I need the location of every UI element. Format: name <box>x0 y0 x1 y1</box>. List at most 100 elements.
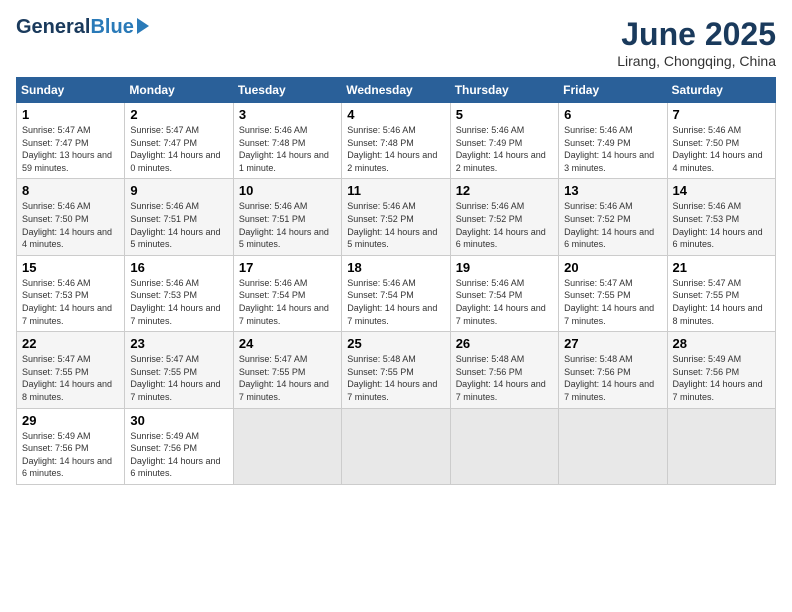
cell-info: Sunrise: 5:46 AMSunset: 7:51 PMDaylight:… <box>130 200 227 250</box>
day-number: 11 <box>347 183 444 198</box>
calendar-cell: 3 Sunrise: 5:46 AMSunset: 7:48 PMDaylight… <box>233 103 341 179</box>
col-header-wednesday: Wednesday <box>342 78 450 103</box>
day-number: 8 <box>22 183 119 198</box>
day-number: 19 <box>456 260 553 275</box>
col-header-tuesday: Tuesday <box>233 78 341 103</box>
calendar-cell: 25 Sunrise: 5:48 AMSunset: 7:55 PMDayligh… <box>342 332 450 408</box>
calendar-cell: 10 Sunrise: 5:46 AMSunset: 7:51 PMDayligh… <box>233 179 341 255</box>
cell-info: Sunrise: 5:49 AMSunset: 7:56 PMDaylight:… <box>22 430 119 480</box>
calendar-week-3: 15 Sunrise: 5:46 AMSunset: 7:53 PMDayligh… <box>17 255 776 331</box>
day-number: 25 <box>347 336 444 351</box>
title-area: June 2025 Lirang, Chongqing, China <box>617 16 776 69</box>
cell-info: Sunrise: 5:46 AMSunset: 7:50 PMDaylight:… <box>673 124 770 174</box>
cell-info: Sunrise: 5:47 AMSunset: 7:55 PMDaylight:… <box>130 353 227 403</box>
calendar-cell: 30 Sunrise: 5:49 AMSunset: 7:56 PMDayligh… <box>125 408 233 484</box>
cell-info: Sunrise: 5:47 AMSunset: 7:55 PMDaylight:… <box>564 277 661 327</box>
calendar-cell: 29 Sunrise: 5:49 AMSunset: 7:56 PMDayligh… <box>17 408 125 484</box>
cell-info: Sunrise: 5:47 AMSunset: 7:47 PMDaylight:… <box>130 124 227 174</box>
day-number: 9 <box>130 183 227 198</box>
day-number: 16 <box>130 260 227 275</box>
cell-info: Sunrise: 5:47 AMSunset: 7:55 PMDaylight:… <box>673 277 770 327</box>
calendar-cell: 21 Sunrise: 5:47 AMSunset: 7:55 PMDayligh… <box>667 255 775 331</box>
logo-general-text: General <box>16 16 90 39</box>
calendar-cell: 2 Sunrise: 5:47 AMSunset: 7:47 PMDaylight… <box>125 103 233 179</box>
day-number: 15 <box>22 260 119 275</box>
calendar-cell: 14 Sunrise: 5:46 AMSunset: 7:53 PMDayligh… <box>667 179 775 255</box>
calendar-cell: 28Sunrise: 5:49 AMSunset: 7:56 PMDayligh… <box>667 332 775 408</box>
calendar-cell <box>233 408 341 484</box>
cell-info: Sunrise: 5:46 AMSunset: 7:48 PMDaylight:… <box>239 124 336 174</box>
calendar-cell <box>559 408 667 484</box>
day-number: 10 <box>239 183 336 198</box>
calendar-cell <box>450 408 558 484</box>
calendar-cell: 11 Sunrise: 5:46 AMSunset: 7:52 PMDayligh… <box>342 179 450 255</box>
day-number: 18 <box>347 260 444 275</box>
calendar-cell: 18 Sunrise: 5:46 AMSunset: 7:54 PMDayligh… <box>342 255 450 331</box>
calendar-body: 1 Sunrise: 5:47 AMSunset: 7:47 PMDaylight… <box>17 103 776 485</box>
calendar-week-2: 8 Sunrise: 5:46 AMSunset: 7:50 PMDaylight… <box>17 179 776 255</box>
day-number: 22 <box>22 336 119 351</box>
day-number: 30 <box>130 413 227 428</box>
day-number: 21 <box>673 260 770 275</box>
calendar-cell: 23 Sunrise: 5:47 AMSunset: 7:55 PMDayligh… <box>125 332 233 408</box>
cell-info: Sunrise: 5:46 AMSunset: 7:48 PMDaylight:… <box>347 124 444 174</box>
calendar-cell: 17 Sunrise: 5:46 AMSunset: 7:54 PMDayligh… <box>233 255 341 331</box>
calendar-cell: 20Sunrise: 5:47 AMSunset: 7:55 PMDayligh… <box>559 255 667 331</box>
col-header-thursday: Thursday <box>450 78 558 103</box>
col-header-monday: Monday <box>125 78 233 103</box>
calendar-cell: 7 Sunrise: 5:46 AMSunset: 7:50 PMDaylight… <box>667 103 775 179</box>
cell-info: Sunrise: 5:46 AMSunset: 7:53 PMDaylight:… <box>673 200 770 250</box>
day-number: 17 <box>239 260 336 275</box>
day-number: 29 <box>22 413 119 428</box>
cell-info: Sunrise: 5:46 AMSunset: 7:52 PMDaylight:… <box>564 200 661 250</box>
day-number: 13 <box>564 183 661 198</box>
calendar-cell: 24Sunrise: 5:47 AMSunset: 7:55 PMDayligh… <box>233 332 341 408</box>
calendar-cell: 22 Sunrise: 5:47 AMSunset: 7:55 PMDayligh… <box>17 332 125 408</box>
day-number: 2 <box>130 107 227 122</box>
cell-info: Sunrise: 5:46 AMSunset: 7:54 PMDaylight:… <box>456 277 553 327</box>
logo-blue-text: Blue <box>90 16 133 39</box>
header: General Blue June 2025 Lirang, Chongqing… <box>16 16 776 69</box>
day-number: 14 <box>673 183 770 198</box>
cell-info: Sunrise: 5:46 AMSunset: 7:52 PMDaylight:… <box>456 200 553 250</box>
cell-info: Sunrise: 5:46 AMSunset: 7:50 PMDaylight:… <box>22 200 119 250</box>
logo-arrow-icon <box>137 18 149 34</box>
col-header-saturday: Saturday <box>667 78 775 103</box>
calendar-cell <box>667 408 775 484</box>
calendar-week-5: 29 Sunrise: 5:49 AMSunset: 7:56 PMDayligh… <box>17 408 776 484</box>
calendar-cell: 9 Sunrise: 5:46 AMSunset: 7:51 PMDaylight… <box>125 179 233 255</box>
day-number: 1 <box>22 107 119 122</box>
cell-info: Sunrise: 5:46 AMSunset: 7:53 PMDaylight:… <box>22 277 119 327</box>
cell-info: Sunrise: 5:49 AMSunset: 7:56 PMDaylight:… <box>130 430 227 480</box>
calendar-cell: 15 Sunrise: 5:46 AMSunset: 7:53 PMDayligh… <box>17 255 125 331</box>
calendar-cell: 16 Sunrise: 5:46 AMSunset: 7:53 PMDayligh… <box>125 255 233 331</box>
cell-info: Sunrise: 5:46 AMSunset: 7:49 PMDaylight:… <box>564 124 661 174</box>
calendar-cell: 19 Sunrise: 5:46 AMSunset: 7:54 PMDayligh… <box>450 255 558 331</box>
day-number: 7 <box>673 107 770 122</box>
cell-info: Sunrise: 5:48 AMSunset: 7:56 PMDaylight:… <box>456 353 553 403</box>
calendar-cell: 1Sunrise: 5:47 AMSunset: 7:47 PMDaylight… <box>17 103 125 179</box>
calendar-cell: 5Sunrise: 5:46 AMSunset: 7:49 PMDaylight… <box>450 103 558 179</box>
day-number: 12 <box>456 183 553 198</box>
calendar-cell: 6Sunrise: 5:46 AMSunset: 7:49 PMDaylight… <box>559 103 667 179</box>
day-number: 27 <box>564 336 661 351</box>
cell-info: Sunrise: 5:46 AMSunset: 7:49 PMDaylight:… <box>456 124 553 174</box>
cell-info: Sunrise: 5:47 AMSunset: 7:55 PMDaylight:… <box>22 353 119 403</box>
cell-info: Sunrise: 5:47 AMSunset: 7:55 PMDaylight:… <box>239 353 336 403</box>
col-header-sunday: Sunday <box>17 78 125 103</box>
calendar-table: SundayMondayTuesdayWednesdayThursdayFrid… <box>16 77 776 485</box>
cell-info: Sunrise: 5:46 AMSunset: 7:54 PMDaylight:… <box>239 277 336 327</box>
cell-info: Sunrise: 5:46 AMSunset: 7:52 PMDaylight:… <box>347 200 444 250</box>
cell-info: Sunrise: 5:46 AMSunset: 7:54 PMDaylight:… <box>347 277 444 327</box>
day-number: 23 <box>130 336 227 351</box>
day-number: 3 <box>239 107 336 122</box>
calendar-cell: 4Sunrise: 5:46 AMSunset: 7:48 PMDaylight… <box>342 103 450 179</box>
day-number: 28 <box>673 336 770 351</box>
day-number: 26 <box>456 336 553 351</box>
cell-info: Sunrise: 5:46 AMSunset: 7:51 PMDaylight:… <box>239 200 336 250</box>
calendar-week-4: 22 Sunrise: 5:47 AMSunset: 7:55 PMDayligh… <box>17 332 776 408</box>
cell-info: Sunrise: 5:48 AMSunset: 7:55 PMDaylight:… <box>347 353 444 403</box>
month-title: June 2025 <box>617 16 776 53</box>
cell-info: Sunrise: 5:46 AMSunset: 7:53 PMDaylight:… <box>130 277 227 327</box>
calendar-cell: 26 Sunrise: 5:48 AMSunset: 7:56 PMDayligh… <box>450 332 558 408</box>
